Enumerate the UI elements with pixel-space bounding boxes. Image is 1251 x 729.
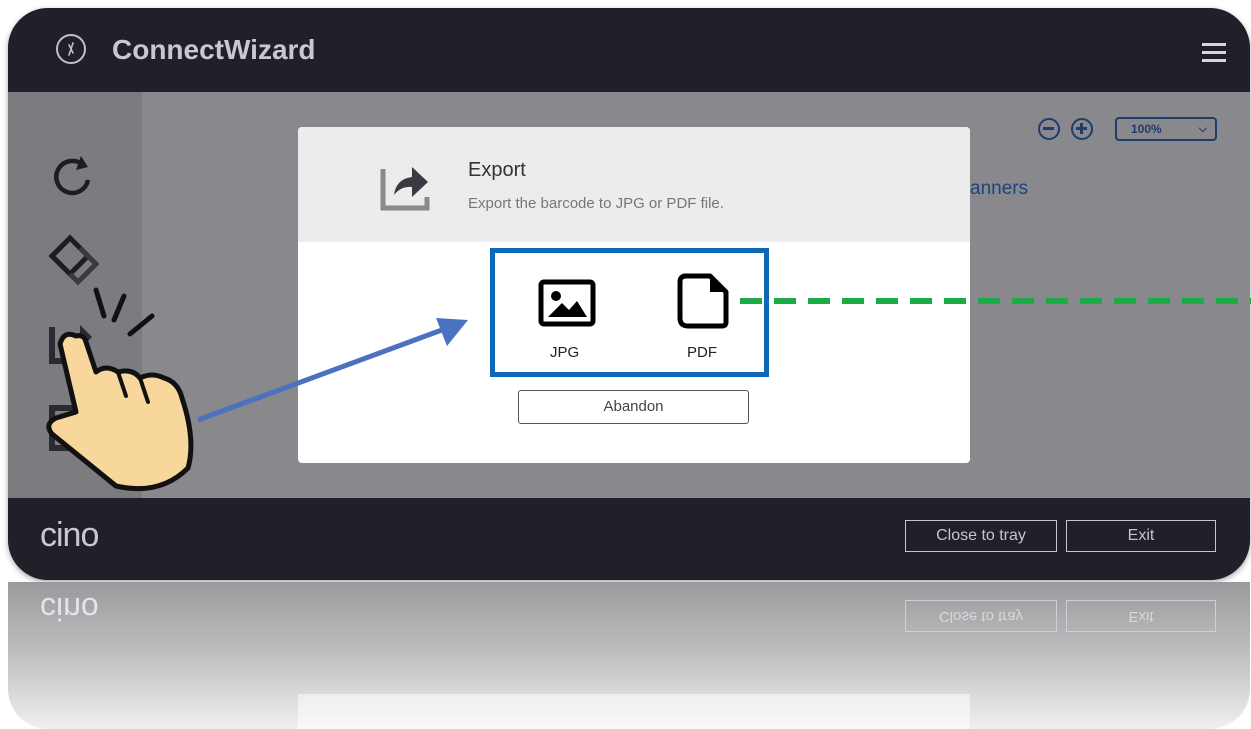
reflected-exit: Exit (1066, 600, 1216, 632)
pointer-arrow-line (197, 324, 451, 423)
reflected-close-to-tray: Close to tray (905, 600, 1057, 632)
tap-hand-icon (46, 287, 194, 492)
reflected-brand: cino (40, 591, 99, 627)
reflected-dialog (298, 694, 970, 729)
reflection-area: cino Close to tray Exit (8, 582, 1250, 729)
